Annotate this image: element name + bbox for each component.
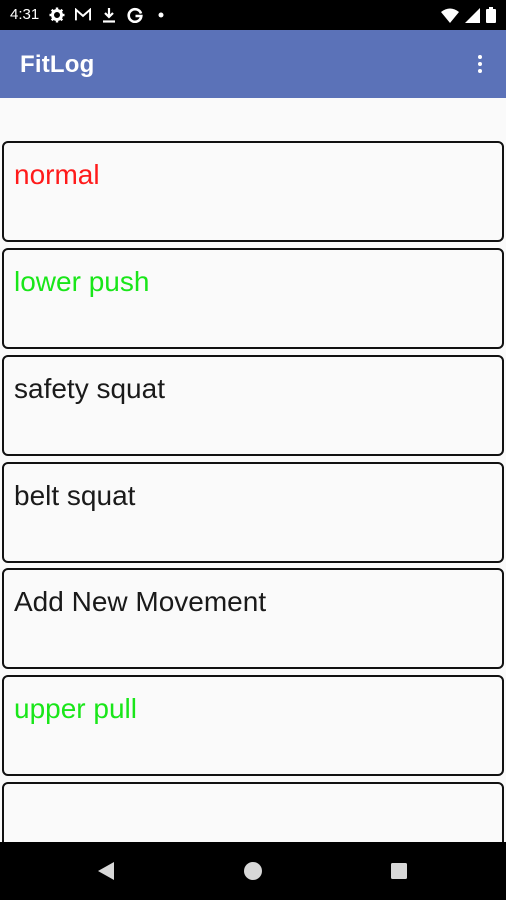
movement-label: upper pull [14, 693, 137, 724]
movement-label: Add New Movement [14, 586, 267, 617]
overflow-dot [478, 55, 482, 59]
movement-card[interactable]: safety squat [2, 355, 504, 456]
app-title: FitLog [20, 51, 95, 78]
movement-card[interactable]: upper pull [2, 675, 504, 776]
app-bar: FitLog [0, 30, 506, 98]
google-icon [127, 7, 143, 23]
status-bar: 4:31 [0, 0, 506, 30]
movement-label: safety squat [14, 373, 165, 404]
gear-icon [49, 7, 65, 23]
overflow-menu-icon[interactable] [468, 52, 492, 76]
status-left: 4:31 [10, 6, 169, 23]
download-icon [101, 7, 117, 23]
back-icon[interactable] [94, 859, 118, 883]
signal-icon [465, 7, 480, 28]
wifi-icon [441, 8, 459, 28]
status-time: 4:31 [10, 6, 40, 23]
movement-card[interactable]: lower push [2, 248, 504, 349]
gmail-icon [75, 7, 92, 23]
recents-icon[interactable] [387, 859, 411, 883]
movement-card[interactable]: belt squat [2, 462, 504, 563]
battery-icon [486, 7, 496, 28]
movement-card[interactable] [2, 782, 504, 842]
movement-label: normal [14, 159, 100, 190]
nav-bar [0, 842, 506, 900]
overflow-dot [478, 62, 482, 66]
movement-label: belt squat [14, 480, 136, 511]
movement-label: lower push [14, 266, 150, 297]
status-right [441, 7, 496, 28]
dot-icon [153, 7, 169, 23]
add-new-movement-button[interactable]: Add New Movement [2, 568, 504, 669]
home-icon[interactable] [241, 859, 265, 883]
movement-list[interactable]: normal lower push safety squat belt squa… [0, 98, 506, 842]
overflow-dot [478, 69, 482, 73]
movement-card[interactable]: normal [2, 141, 504, 242]
